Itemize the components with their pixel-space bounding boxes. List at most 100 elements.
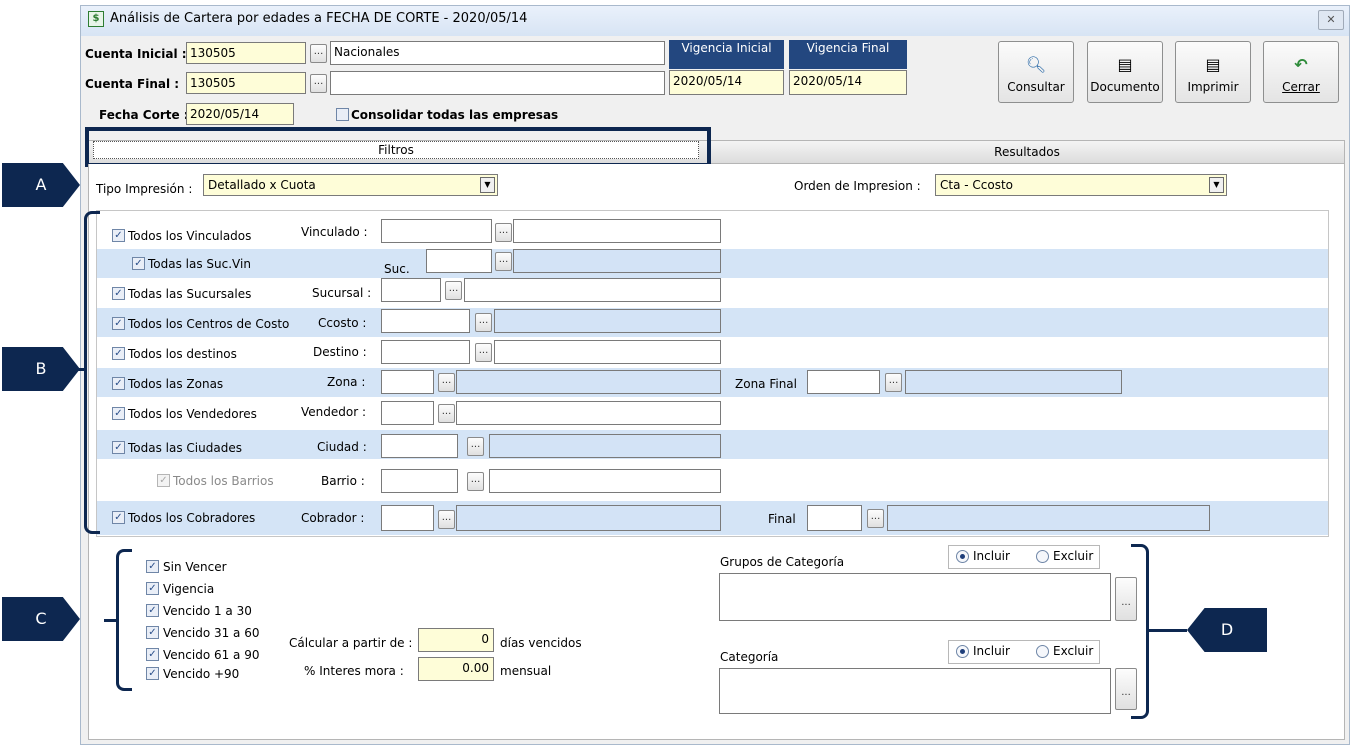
ccosto-code-input[interactable]: [381, 309, 470, 333]
cobrador-lookup-button[interactable]: ...: [438, 510, 455, 529]
vencido-90-checkbox[interactable]: ✓: [146, 667, 159, 680]
consultar-button[interactable]: 🔍︎ Consultar: [998, 41, 1074, 103]
destino-code-input[interactable]: [381, 340, 470, 364]
close-window-button[interactable]: ✕: [1318, 10, 1344, 30]
zona-code-input[interactable]: [381, 370, 434, 394]
tab-resultados-label: Resultados: [994, 145, 1060, 159]
vigencia-final-input[interactable]: 2020/05/14: [789, 70, 907, 95]
callout-b: B: [2, 347, 80, 391]
barrio-name-field[interactable]: [489, 469, 721, 493]
ccosto-name-field[interactable]: [494, 309, 721, 333]
destino-label: Destino :: [313, 345, 367, 359]
vendedor-lookup-button[interactable]: ...: [438, 404, 455, 423]
sin-vencer-checkbox[interactable]: ✓: [146, 560, 159, 573]
zona-final-code-input[interactable]: [807, 370, 880, 394]
ccosto-lookup-button[interactable]: ...: [475, 313, 492, 332]
cuenta-final-name-field[interactable]: [330, 71, 665, 95]
grupos-incluir-label: Incluir: [973, 549, 1010, 563]
chevron-down-icon: ▼: [480, 177, 495, 193]
centros-checkbox[interactable]: ✓: [112, 317, 125, 330]
cobrador-name-field[interactable]: [456, 505, 721, 531]
grupos-categoria-listbox[interactable]: [719, 573, 1111, 621]
cuenta-inicial-name-field[interactable]: Nacionales: [330, 41, 665, 65]
vencido-31-60-checkbox[interactable]: ✓: [146, 626, 159, 639]
ciudad-code-input[interactable]: [381, 434, 458, 458]
ciudades-checkbox[interactable]: ✓: [112, 441, 125, 454]
categoria-incluir-radio[interactable]: [956, 645, 969, 658]
vinculado-lookup-button[interactable]: ...: [495, 223, 512, 242]
barrios-checkbox[interactable]: ✓: [157, 474, 170, 487]
zona-final-name-field[interactable]: [905, 370, 1122, 394]
orden-impresion-select[interactable]: Cta - Ccosto ▼: [935, 174, 1227, 196]
cobrador-final-name-field[interactable]: [887, 505, 1210, 531]
app-icon: $: [88, 11, 104, 27]
cobrador-final-code-input[interactable]: [807, 505, 862, 531]
vendedores-checkbox[interactable]: ✓: [112, 407, 125, 420]
sucursal-lookup-button[interactable]: ...: [445, 281, 462, 300]
cerrar-button[interactable]: ↶ Cerrar: [1263, 41, 1339, 103]
sucursales-checkbox[interactable]: ✓: [112, 287, 125, 300]
window-title: Análisis de Cartera por edades a FECHA D…: [110, 11, 528, 26]
destino-lookup-button[interactable]: ...: [475, 343, 492, 362]
ciudad-name-field[interactable]: [489, 434, 721, 458]
categoria-listbox[interactable]: [719, 668, 1111, 714]
tipo-impresion-value: Detallado x Cuota: [208, 178, 316, 192]
zona-final-lookup-button[interactable]: ...: [885, 373, 902, 392]
tab-resultados[interactable]: Resultados: [712, 144, 1342, 162]
cobrador-code-input[interactable]: [381, 505, 434, 531]
barrio-label: Barrio :: [321, 474, 365, 488]
ciudad-lookup-button[interactable]: ...: [467, 437, 484, 456]
suc-name-field[interactable]: [513, 249, 721, 273]
imprimir-button[interactable]: ▤ Imprimir: [1175, 41, 1251, 103]
suc-code-input[interactable]: [426, 249, 492, 273]
cuenta-inicial-input[interactable]: 130505: [186, 42, 306, 64]
barrio-code-input[interactable]: [381, 469, 458, 493]
cuenta-final-input[interactable]: 130505: [186, 72, 306, 94]
calcular-input[interactable]: 0: [418, 628, 494, 652]
suc-lookup-button[interactable]: ...: [495, 252, 512, 271]
destinos-checkbox[interactable]: ✓: [112, 347, 125, 360]
cobradores-checkbox[interactable]: ✓: [112, 511, 125, 524]
cuenta-inicial-lookup-button[interactable]: ...: [310, 44, 327, 63]
consultar-label: Consultar: [1007, 80, 1065, 94]
zona-lookup-button[interactable]: ...: [438, 373, 455, 392]
printer-icon: ▤: [1205, 55, 1221, 74]
ciudades-label: Todas las Ciudades: [128, 441, 242, 455]
grupos-incluir-radio[interactable]: [956, 550, 969, 563]
vinculado-code-input[interactable]: [381, 219, 492, 243]
interes-input[interactable]: 0.00: [418, 657, 494, 681]
vendedor-name-field[interactable]: [456, 401, 721, 425]
vendedor-code-input[interactable]: [381, 401, 434, 425]
cobrador-label: Cobrador :: [301, 511, 365, 525]
cobrador-final-lookup-button[interactable]: ...: [867, 509, 884, 528]
zonas-checkbox[interactable]: ✓: [112, 377, 125, 390]
categoria-excluir-radio[interactable]: [1036, 645, 1049, 658]
vigencia-inicial-input[interactable]: 2020/05/14: [669, 70, 784, 95]
vencido-1-30-checkbox[interactable]: ✓: [146, 604, 159, 617]
destinos-label: Todos los destinos: [128, 347, 237, 361]
tipo-impresion-label: Tipo Impresión :: [96, 182, 193, 196]
vencido-61-90-checkbox[interactable]: ✓: [146, 648, 159, 661]
undo-arrow-icon: ↶: [1294, 55, 1308, 74]
sucursal-code-input[interactable]: [381, 278, 441, 302]
destino-name-field[interactable]: [494, 340, 721, 364]
ccosto-label: Ccosto :: [318, 316, 367, 330]
grupos-excluir-radio[interactable]: [1036, 550, 1049, 563]
suc-vin-checkbox[interactable]: ✓: [132, 257, 145, 270]
tipo-impresion-select[interactable]: Detallado x Cuota ▼: [203, 174, 498, 196]
vinculado-name-field[interactable]: [513, 219, 721, 243]
sucursal-name-field[interactable]: [464, 278, 721, 302]
consolidar-label: Consolidar todas las empresas: [351, 108, 559, 122]
consolidar-checkbox[interactable]: [336, 108, 349, 121]
fecha-corte-input[interactable]: 2020/05/14: [186, 103, 294, 125]
cuenta-inicial-label: Cuenta Inicial :: [85, 47, 187, 61]
zona-name-field[interactable]: [456, 370, 721, 394]
cuenta-final-lookup-button[interactable]: ...: [310, 74, 327, 93]
orden-impresion-value: Cta - Ccosto: [940, 178, 1014, 192]
vigencia-final-label: Vigencia Final: [806, 41, 890, 55]
documento-button[interactable]: ▤ Documento: [1087, 41, 1163, 103]
vinculados-checkbox[interactable]: ✓: [112, 229, 125, 242]
grupos-categoria-label: Grupos de Categoría: [720, 555, 845, 569]
barrio-lookup-button[interactable]: ...: [467, 472, 484, 491]
vigencia-checkbox[interactable]: ✓: [146, 582, 159, 595]
